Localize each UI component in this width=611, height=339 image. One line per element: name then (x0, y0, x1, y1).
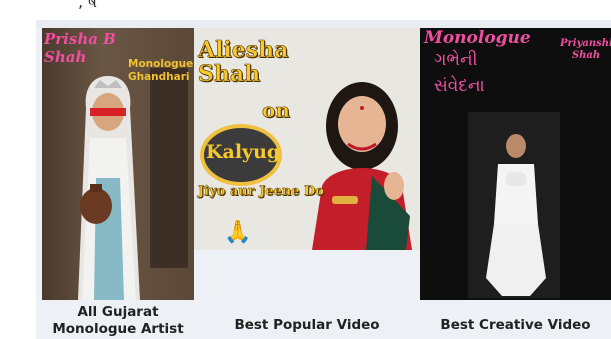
caption-card-2[interactable]: Best Popular Video (194, 317, 420, 334)
caption-card-3[interactable]: Best Creative Video (420, 317, 611, 334)
artist-name: Priyanshi Shah (560, 38, 611, 61)
caption-card-1[interactable]: All Gujarat Monologue Artist (42, 304, 194, 338)
video-card-2[interactable]: Aliesha Shah on Kalyug Jiyo aur Jeene Do… (194, 28, 420, 250)
monologue-title: Monologue (424, 28, 531, 48)
gallery-strip (36, 20, 611, 28)
gujarati-title-line1: ગભેની (434, 50, 478, 70)
folded-hands-icon: 🙏 (224, 220, 252, 245)
video-card-1[interactable]: Prisha B Shah Monologue Ghandhari (42, 28, 194, 300)
kalyug-text: Kalyug (206, 141, 281, 163)
kneeling-figure-illustration (486, 134, 546, 296)
girl-portrait-illustration (312, 82, 412, 250)
gujarati-title-line2: સંવેદના (434, 76, 485, 96)
video-card-3[interactable]: Monologue ગભેની સંવેદના Priyanshi Shah (420, 28, 611, 300)
girl-figure-illustration (78, 76, 140, 300)
artist-name: Prisha B Shah (44, 30, 116, 66)
cropped-text: , ષ (78, 0, 98, 11)
video-title: Aliesha Shah (198, 37, 289, 87)
monologue-label: Monologue Ghandhari (128, 58, 194, 83)
top-bar: , ષ (0, 0, 611, 20)
video-subtitle: Jiyo aur Jeene Do (198, 184, 324, 199)
title-on: on (262, 98, 290, 123)
